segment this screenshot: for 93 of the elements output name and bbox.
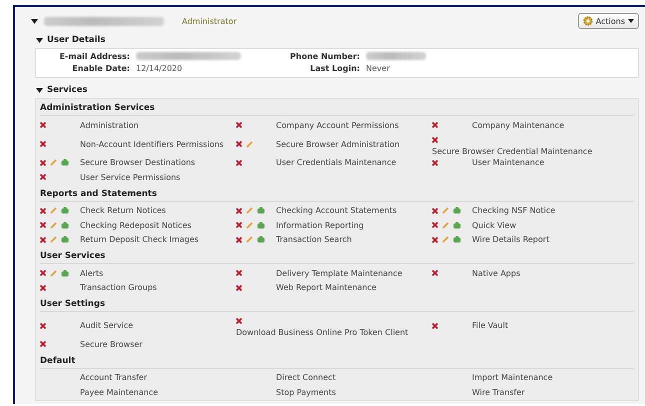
gear-icon <box>582 16 593 26</box>
group-title: User Services <box>40 247 634 264</box>
service-name: User Credentials Maintenance <box>276 158 396 168</box>
briefcase-icon[interactable] <box>61 159 69 166</box>
section-title: User Details <box>47 35 106 45</box>
x-icon[interactable] <box>236 141 242 147</box>
service-name: Checking NSF Notice <box>472 206 556 216</box>
service-name: Quick View <box>472 220 516 230</box>
service-name: Alerts <box>80 268 104 278</box>
service-name: Company Maintenance <box>472 120 564 130</box>
service-name: Wire Transfer <box>472 388 525 397</box>
service-name: Import Maintenance <box>472 373 553 382</box>
service-name: Direct Connect <box>276 373 336 382</box>
x-icon[interactable] <box>236 160 242 166</box>
briefcase-icon[interactable] <box>453 207 461 214</box>
service-name: Secure Browser <box>80 340 142 349</box>
group-title: Administration Services <box>40 99 634 116</box>
service-name: Checking Redeposit Notices <box>80 220 192 230</box>
service-name: Secure Browser Destinations <box>80 158 196 168</box>
service-name: Checking Account Statements <box>276 206 397 216</box>
x-icon[interactable] <box>40 341 46 348</box>
service-name: File Vault <box>472 321 508 330</box>
briefcase-icon[interactable] <box>61 207 69 214</box>
x-icon[interactable] <box>432 136 438 142</box>
group-title: Reports and Statements <box>40 184 634 202</box>
x-icon[interactable] <box>236 236 242 243</box>
briefcase-icon[interactable] <box>453 222 461 229</box>
x-icon[interactable] <box>40 322 46 328</box>
x-icon[interactable] <box>40 141 46 147</box>
service-name: Audit Service <box>80 321 134 330</box>
field-label: Last Login: <box>309 64 361 73</box>
group-title: User Settings <box>40 295 634 312</box>
user-role: Administrator <box>182 16 237 26</box>
x-icon[interactable] <box>432 208 438 214</box>
briefcase-icon[interactable] <box>453 236 461 244</box>
x-icon[interactable] <box>40 270 46 276</box>
x-icon[interactable] <box>432 122 438 128</box>
x-icon[interactable] <box>236 122 242 128</box>
service-name: Non-Account Identifiers Permissions <box>80 140 224 148</box>
actions-button[interactable]: Actions <box>578 13 639 29</box>
service-name: Native Apps <box>472 268 520 278</box>
service-name: Download Business Online Pro Token Client <box>236 328 408 337</box>
collapse-caret-icon[interactable] <box>31 18 38 24</box>
field-value: 12/14/2020 <box>136 64 182 73</box>
service-name: Check Return Notices <box>80 206 166 216</box>
x-icon[interactable] <box>236 208 242 214</box>
section-caret-icon[interactable] <box>36 38 43 42</box>
field-label: E-mail Address: <box>58 52 131 62</box>
x-icon[interactable] <box>236 318 242 324</box>
service-name: Company Account Permissions <box>276 120 399 130</box>
briefcase-icon[interactable] <box>61 222 69 229</box>
x-icon[interactable] <box>432 322 438 328</box>
x-icon[interactable] <box>236 222 242 228</box>
service-name: Transaction Search <box>276 235 352 244</box>
field-label: Enable Date: <box>71 64 131 73</box>
briefcase-icon[interactable] <box>257 236 265 244</box>
x-icon[interactable] <box>432 270 438 276</box>
section-caret-icon[interactable] <box>36 88 43 92</box>
x-icon[interactable] <box>40 174 46 180</box>
service-name: Web Report Maintenance <box>276 283 377 292</box>
service-name: Transaction Groups <box>80 283 157 292</box>
x-icon[interactable] <box>236 270 242 276</box>
service-name: Information Reporting <box>276 220 364 230</box>
briefcase-icon[interactable] <box>257 207 265 214</box>
service-name: Stop Payments <box>276 388 336 397</box>
service-name: Payee Maintenance <box>80 388 158 397</box>
field-value: Never <box>366 64 390 73</box>
service-name: Secure Browser Credential Maintenance <box>432 146 592 156</box>
x-icon[interactable] <box>40 160 46 166</box>
x-icon[interactable] <box>40 284 46 291</box>
x-icon[interactable] <box>432 236 438 243</box>
briefcase-icon[interactable] <box>257 222 265 229</box>
service-name: Secure Browser Administration <box>276 140 400 148</box>
section-title: Services <box>47 85 88 95</box>
service-name: Return Deposit Check Images <box>80 235 199 244</box>
service-name: User Maintenance <box>472 158 544 168</box>
group-title: Default <box>40 352 634 368</box>
x-icon[interactable] <box>432 222 438 228</box>
x-icon[interactable] <box>40 208 46 214</box>
service-name: Administration <box>80 120 139 130</box>
x-icon[interactable] <box>40 236 46 243</box>
service-name: Delivery Template Maintenance <box>276 268 402 278</box>
x-icon[interactable] <box>432 160 438 166</box>
x-icon[interactable] <box>40 222 46 228</box>
briefcase-icon[interactable] <box>61 236 69 244</box>
caret-icon <box>628 19 634 23</box>
service-name: Account Transfer <box>80 373 148 382</box>
briefcase-icon[interactable] <box>61 270 69 277</box>
x-icon[interactable] <box>40 122 46 128</box>
service-name: Wire Details Report <box>472 235 550 244</box>
x-icon[interactable] <box>236 284 242 291</box>
field-label: Phone Number: <box>289 52 361 62</box>
service-name: User Service Permissions <box>80 172 180 182</box>
